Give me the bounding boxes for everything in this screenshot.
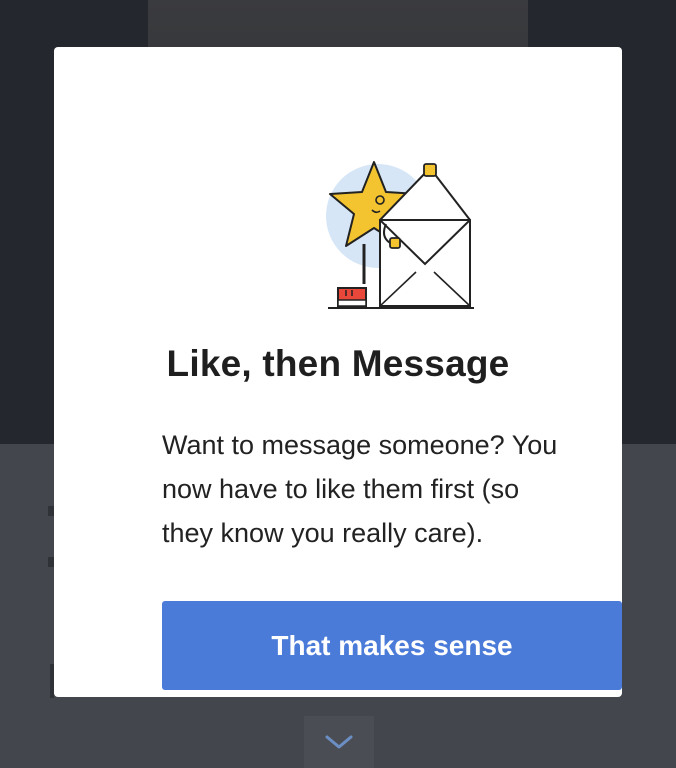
background-scroll-chevron: [304, 716, 374, 768]
dialog-message: Want to message someone? You now have to…: [162, 423, 612, 555]
dialog-message-line: they know you really care).: [162, 518, 484, 548]
star-envelope-illustration: [316, 154, 478, 312]
like-then-message-dialog: Like, then Message Want to message someo…: [54, 47, 622, 697]
that-makes-sense-button[interactable]: That makes sense: [162, 601, 622, 690]
dialog-message-line: now have to like them first (so: [162, 474, 520, 504]
dialog-title: Like, then Message: [166, 343, 510, 384]
chevron-down-icon: [325, 735, 353, 749]
dialog-message-line: Want to message someone? You: [162, 430, 558, 460]
